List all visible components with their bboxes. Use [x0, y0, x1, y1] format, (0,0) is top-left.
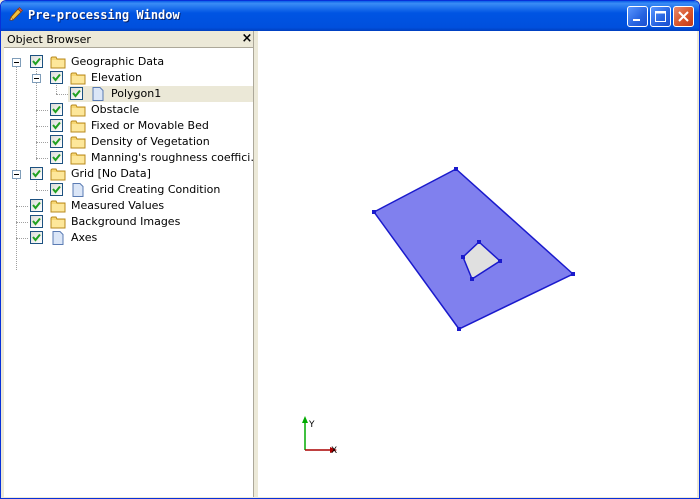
- title-bar[interactable]: Pre-processing Window: [1, 1, 699, 31]
- pre-processing-window: Pre-processing Window Object Browser × G…: [0, 0, 700, 499]
- minimize-button[interactable]: [627, 6, 648, 27]
- tree-item-density-of-vegetation[interactable]: Density of Vegetation: [4, 134, 255, 150]
- tree-item-grid-creating-condition[interactable]: Grid Creating Condition: [4, 182, 255, 198]
- graphics-canvas[interactable]: Y X: [258, 31, 697, 497]
- folder-icon: [70, 120, 86, 133]
- tree-item-obstacle[interactable]: Obstacle: [4, 102, 255, 118]
- tree-item-label: Density of Vegetation: [91, 135, 210, 148]
- minimize-icon: [633, 19, 640, 21]
- tree-item-label: Polygon1: [111, 87, 162, 100]
- folder-icon: [70, 72, 86, 85]
- tree-connector: [56, 94, 68, 96]
- maximize-icon: [655, 11, 666, 22]
- tree-item-measured-values[interactable]: Measured Values: [4, 198, 255, 214]
- tree-item-label: Geographic Data: [71, 55, 165, 68]
- object-browser-close-button[interactable]: ×: [240, 31, 254, 46]
- window-title: Pre-processing Window: [28, 8, 180, 22]
- polygon-vertex[interactable]: [454, 167, 458, 171]
- folder-icon: [70, 136, 86, 149]
- polygon-vertex[interactable]: [498, 259, 502, 263]
- collapse-icon[interactable]: [32, 74, 41, 83]
- folder-icon: [70, 152, 86, 165]
- tree-item-elevation[interactable]: Elevation: [4, 70, 255, 86]
- checkbox-checked-icon[interactable]: [30, 55, 43, 68]
- polygon-vertex[interactable]: [372, 210, 376, 214]
- tree-item-background-images[interactable]: Background Images: [4, 214, 255, 230]
- maximize-button[interactable]: [650, 6, 671, 27]
- polygon-vertex[interactable]: [477, 240, 481, 244]
- checkbox-checked-icon[interactable]: [50, 183, 63, 196]
- tree-item-label: Background Images: [71, 215, 181, 228]
- polygon-vertex[interactable]: [457, 327, 461, 331]
- checkbox-checked-icon[interactable]: [50, 119, 63, 132]
- object-browser: Object Browser × Geographic Data Elevati…: [4, 31, 261, 497]
- tree-item-grid[interactable]: Grid [No Data]: [4, 166, 255, 182]
- checkbox-checked-icon[interactable]: [30, 231, 43, 244]
- folder-icon: [50, 200, 66, 213]
- object-browser-header: Object Browser ×: [4, 31, 256, 48]
- tree-item-label: Measured Values: [71, 199, 165, 212]
- document-icon: [92, 87, 104, 101]
- tree-item-polygon1[interactable]: Polygon1: [68, 86, 255, 102]
- checkbox-checked-icon[interactable]: [50, 135, 63, 148]
- tree-item-label: Axes: [71, 231, 98, 244]
- checkbox-checked-icon[interactable]: [30, 199, 43, 212]
- checkbox-checked-icon[interactable]: [50, 103, 63, 116]
- polygon-vertex[interactable]: [571, 272, 575, 276]
- object-tree: Geographic Data Elevation Polygon1 Obsta…: [4, 48, 261, 497]
- tree-item-label: Fixed or Movable Bed: [91, 119, 209, 132]
- x-axis-label: X: [331, 446, 337, 456]
- close-button[interactable]: [673, 6, 694, 27]
- tree-item-label: Obstacle: [91, 103, 140, 116]
- tree-item-fixed-or-movable-bed[interactable]: Fixed or Movable Bed: [4, 118, 255, 134]
- tree-item-mannings-roughness[interactable]: Manning's roughness coeffici…: [4, 150, 261, 166]
- folder-icon: [50, 216, 66, 229]
- folder-icon: [50, 56, 66, 69]
- checkbox-checked-icon[interactable]: [50, 151, 63, 164]
- tree-item-label: Grid [No Data]: [71, 167, 151, 180]
- document-icon: [52, 231, 64, 245]
- checkbox-checked-icon[interactable]: [50, 71, 63, 84]
- folder-icon: [70, 104, 86, 117]
- document-icon: [72, 183, 84, 197]
- graphics-view[interactable]: Y X: [258, 31, 697, 497]
- tree-item-axes[interactable]: Axes: [4, 230, 255, 246]
- folder-icon: [50, 168, 66, 181]
- y-axis-label: Y: [308, 420, 315, 430]
- checkbox-checked-icon[interactable]: [70, 87, 83, 100]
- polygon-vertex[interactable]: [461, 255, 465, 259]
- tree-item-label: Elevation: [91, 71, 143, 84]
- collapse-icon[interactable]: [12, 58, 21, 67]
- close-icon: [678, 11, 689, 22]
- tree-item-label: Grid Creating Condition: [91, 183, 221, 196]
- collapse-icon[interactable]: [12, 170, 21, 179]
- tree-item-geographic-data[interactable]: Geographic Data: [4, 54, 255, 70]
- object-browser-title: Object Browser: [7, 33, 91, 46]
- tree-item-label: Manning's roughness coeffici…: [91, 151, 262, 164]
- y-axis-arrow: [302, 416, 308, 423]
- checkbox-checked-icon[interactable]: [30, 215, 43, 228]
- window-body: Object Browser × Geographic Data Elevati…: [4, 31, 697, 497]
- pencil-icon: [9, 7, 23, 21]
- checkbox-checked-icon[interactable]: [30, 167, 43, 180]
- polygon-vertex[interactable]: [470, 277, 474, 281]
